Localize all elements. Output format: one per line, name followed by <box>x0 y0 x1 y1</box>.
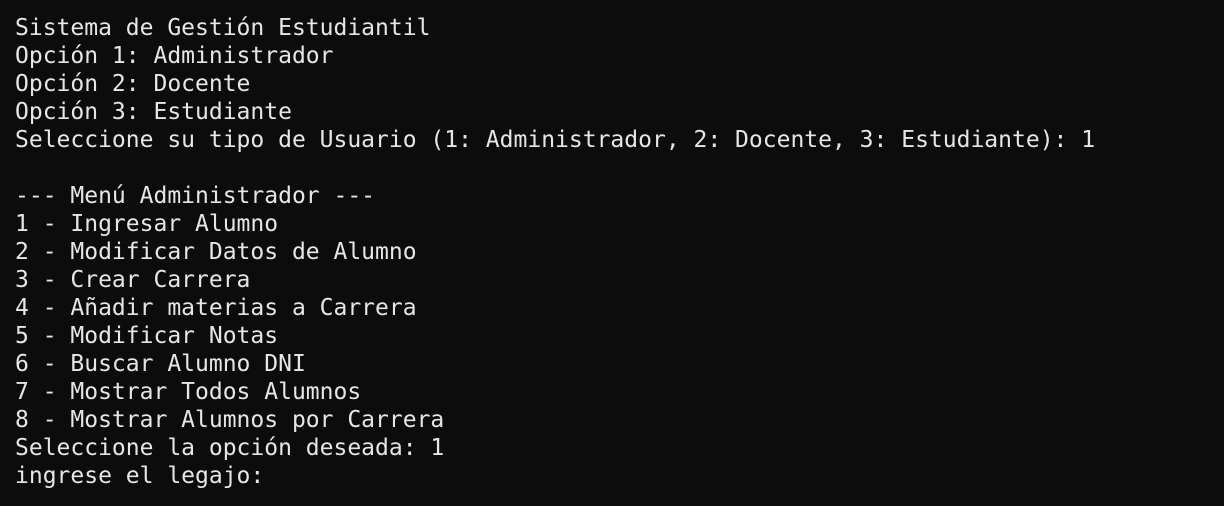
menu-item-modificar-datos: 2 - Modificar Datos de Alumno <box>15 239 417 265</box>
menu-item-buscar-dni: 6 - Buscar Alumno DNI <box>15 351 306 377</box>
legajo-input-prompt[interactable]: ingrese el legajo: <box>15 462 1224 490</box>
menu-item-crear-carrera: 3 - Crear Carrera <box>15 267 251 293</box>
user-type-prompt: Seleccione su tipo de Usuario (1: Admini… <box>15 127 1096 153</box>
menu-item-modificar-notas: 5 - Modificar Notas <box>15 323 279 349</box>
option-prompt: Seleccione la opción deseada: 1 <box>15 435 445 461</box>
admin-menu-title: --- Menú Administrador --- <box>15 183 376 209</box>
terminal-window[interactable]: Sistema de Gestión Estudiantil Opción 1:… <box>0 0 1224 506</box>
menu-item-ingresar-alumno: 1 - Ingresar Alumno <box>15 211 279 237</box>
menu-item-mostrar-todos: 7 - Mostrar Todos Alumnos <box>15 379 362 405</box>
option-administrador: Opción 1: Administrador <box>15 43 334 69</box>
system-title: Sistema de Gestión Estudiantil <box>15 15 431 41</box>
option-docente: Opción 2: Docente <box>15 71 251 97</box>
menu-item-mostrar-por-carrera: 8 - Mostrar Alumnos por Carrera <box>15 407 445 433</box>
option-estudiante: Opción 3: Estudiante <box>15 99 292 125</box>
menu-item-anadir-materias: 4 - Añadir materias a Carrera <box>15 295 417 321</box>
